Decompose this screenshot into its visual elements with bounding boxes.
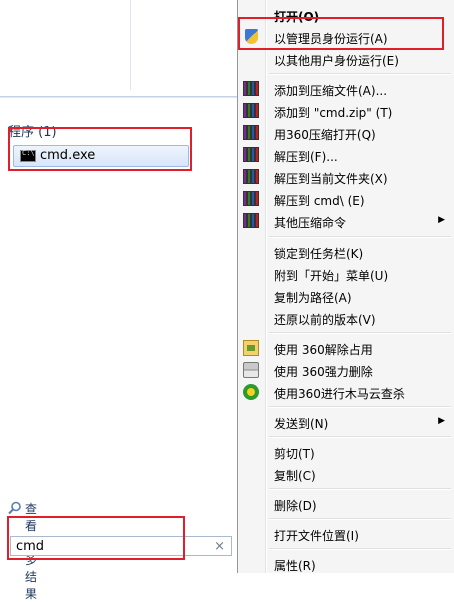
menu-item-360-unlock[interactable]: 使用 360解除占用 [238,337,454,359]
menu-item-label: 其他压缩命令 [274,216,347,230]
menu-item-extract-here[interactable]: 解压到当前文件夹(X) [238,166,454,188]
unlock-icon [243,340,259,356]
menu-item-label: 打开文件位置(I) [274,529,359,543]
menu-separator [269,436,451,438]
menu-separator [269,518,451,520]
menu-item-add-to-archive[interactable]: 添加到压缩文件(A)... [238,78,454,100]
menu-item-label: 使用 360强力删除 [274,365,373,379]
menu-item-copy[interactable]: 复制(C) [238,463,454,485]
menu-item-label: 剪切(T) [274,447,315,461]
menu-item-label: 使用 360解除占用 [274,343,373,357]
menu-item-label: 锁定到任务栏(K) [274,247,364,261]
menu-item-cut[interactable]: 剪切(T) [238,441,454,463]
menu-item-send-to[interactable]: 发送到(N) ▶ [238,411,454,433]
clear-search-icon[interactable]: × [214,539,225,554]
menu-item-delete[interactable]: 删除(D) [238,493,454,515]
menu-item-label: 解压到(F)... [274,150,338,164]
menu-item-extract-to-cmd[interactable]: 解压到 cmd\ (E) [238,188,454,210]
menu-item-label: 解压到 cmd\ (E) [274,194,365,208]
menu-item-360-force-delete[interactable]: 使用 360强力删除 [238,359,454,381]
menu-item-open-file-location[interactable]: 打开文件位置(I) [238,523,454,545]
panel-edge [0,96,238,98]
menu-item-label: 解压到当前文件夹(X) [274,172,388,186]
highlight-box-search-result [8,127,192,171]
divider [130,0,131,90]
menu-separator [269,236,451,238]
menu-item-properties[interactable]: 属性(R) [238,553,454,575]
menu-item-label: 复制(C) [274,469,316,483]
menu-item-pin-to-start[interactable]: 附到「开始」菜单(U) [238,263,454,285]
submenu-arrow-icon: ▶ [438,215,445,225]
archive-icon [243,103,259,119]
menu-item-pin-to-taskbar[interactable]: 锁定到任务栏(K) [238,241,454,263]
archive-icon [243,213,259,229]
menu-item-360-trojan-scan[interactable]: 使用360进行木马云查杀 [238,381,454,403]
menu-item-restore-previous-versions[interactable]: 还原以前的版本(V) [238,307,454,329]
menu-separator [269,332,451,334]
trojan-scan-icon [243,384,259,400]
archive-icon [243,81,259,97]
start-menu-panel: 程序 (1) cmd.exe 查看更多结果 cmd × [0,0,240,601]
search-icon [8,501,21,515]
menu-item-label: 用360压缩打开(Q) [274,128,376,142]
menu-separator [269,73,451,75]
highlight-box-search-input [7,516,185,560]
submenu-arrow-icon: ▶ [438,416,445,426]
menu-item-other-compress-commands[interactable]: 其他压缩命令 ▶ [238,210,454,232]
menu-separator [269,406,451,408]
menu-item-label: 复制为路径(A) [274,291,352,305]
menu-item-label: 发送到(N) [274,417,329,431]
archive-icon [243,191,259,207]
menu-item-label: 以其他用户身份运行(E) [274,54,399,68]
menu-item-label: 属性(R) [274,559,316,573]
menu-item-label: 使用360进行木马云查杀 [274,387,405,401]
menu-separator [269,488,451,490]
archive-icon [243,147,259,163]
context-menu: 打开(O) 以管理员身份运行(A) 以其他用户身份运行(E) 添加到压缩文件(A… [237,0,454,573]
menu-item-label: 添加到 "cmd.zip" (T) [274,106,393,120]
menu-item-open-with-360zip[interactable]: 用360压缩打开(Q) [238,122,454,144]
menu-item-extract-to[interactable]: 解压到(F)... [238,144,454,166]
menu-item-add-to-cmd-zip[interactable]: 添加到 "cmd.zip" (T) [238,100,454,122]
start-menu-top-area [0,0,130,92]
highlight-box-run-as-admin [238,17,444,50]
menu-item-copy-as-path[interactable]: 复制为路径(A) [238,285,454,307]
menu-separator [269,548,451,550]
archive-icon [243,169,259,185]
archive-icon [243,125,259,141]
menu-item-label: 删除(D) [274,499,317,513]
menu-item-label: 还原以前的版本(V) [274,313,376,327]
shredder-icon [243,362,259,378]
menu-item-label: 附到「开始」菜单(U) [274,269,389,283]
menu-item-run-as-other-user[interactable]: 以其他用户身份运行(E) [238,48,454,70]
menu-item-label: 添加到压缩文件(A)... [274,84,388,98]
